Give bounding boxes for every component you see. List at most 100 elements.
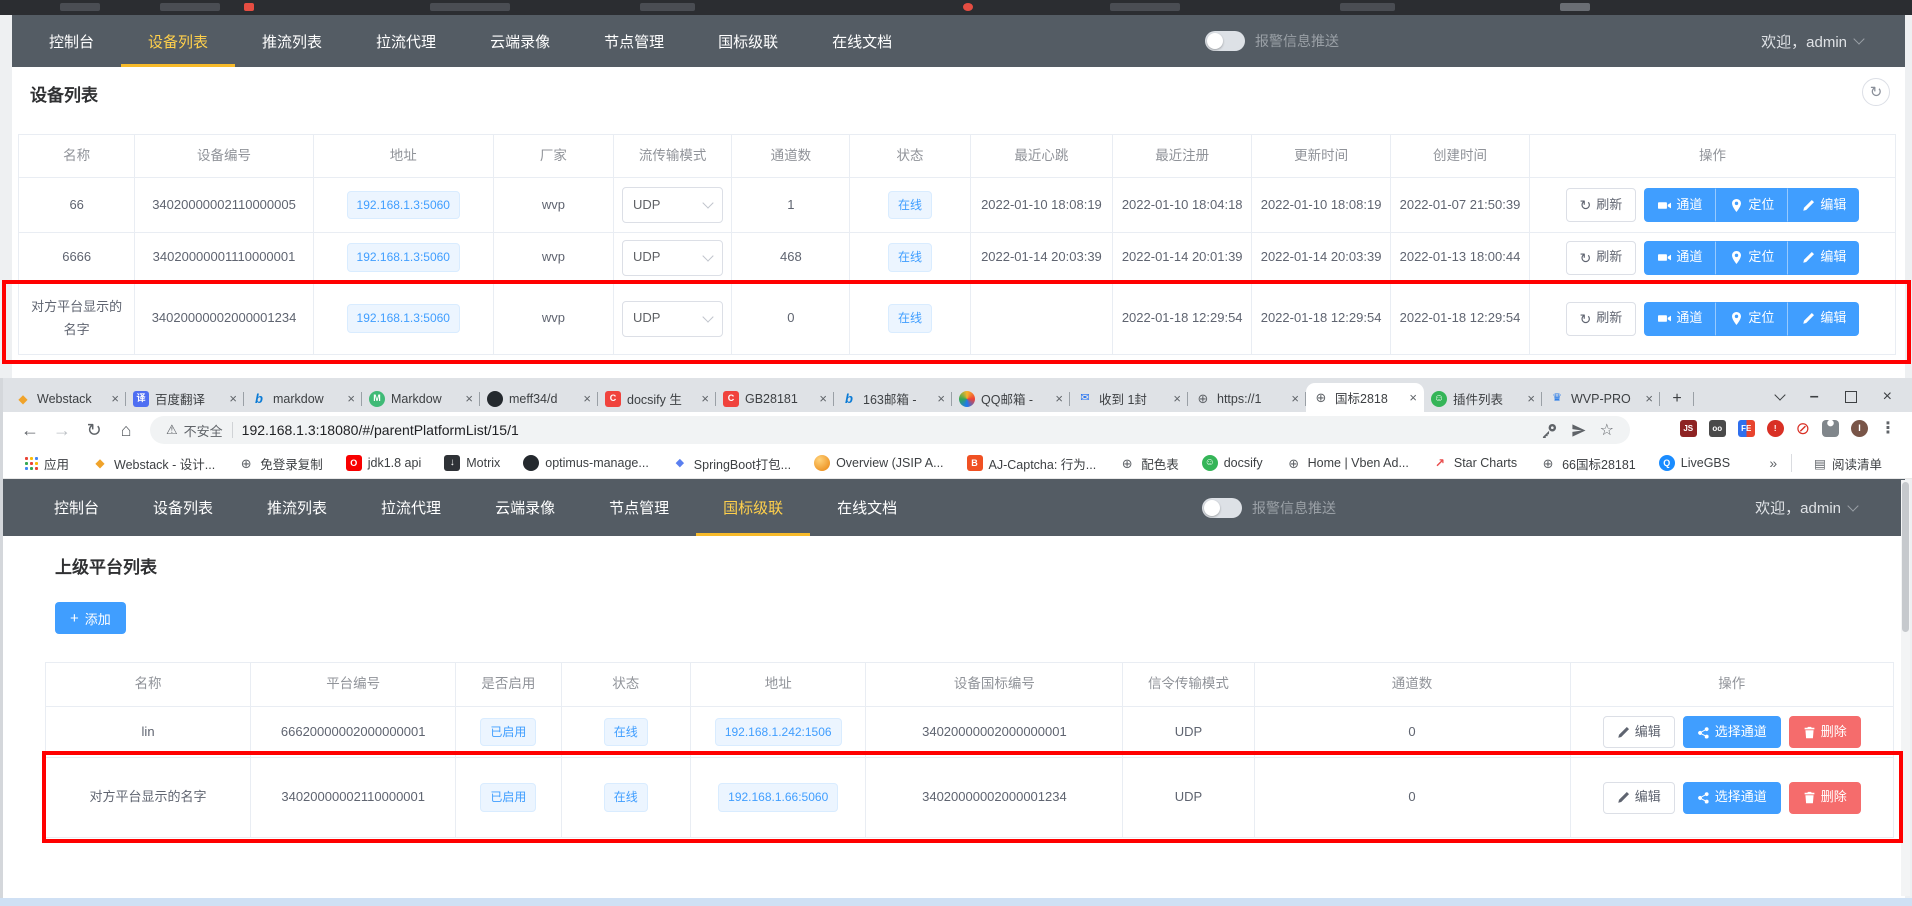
browser-tab[interactable]: CGB28181×	[716, 385, 834, 412]
back-icon[interactable]: ←	[14, 420, 46, 441]
tab-close-icon[interactable]: ×	[1291, 391, 1299, 406]
security-warning[interactable]: ⚠ 不安全	[166, 421, 223, 440]
tab-close-icon[interactable]: ×	[1409, 390, 1417, 405]
minimize-icon[interactable]: –	[1810, 388, 1819, 406]
bookmark-item[interactable]: QLiveGBS	[1651, 455, 1738, 471]
edit-button[interactable]: 编辑	[1788, 188, 1859, 222]
apps-shortcut[interactable]: 应用	[16, 454, 77, 473]
locate-button[interactable]: 定位	[1716, 188, 1788, 222]
tab-close-icon[interactable]: ×	[819, 391, 827, 406]
refresh-button[interactable]: ↻刷新	[1566, 188, 1637, 222]
bookmark-item[interactable]: ⊕配色表	[1111, 454, 1187, 473]
nav-item-push-list[interactable]: 推流列表	[235, 15, 349, 67]
nav-item-device-list[interactable]: 设备列表	[126, 479, 240, 536]
bookmark-item[interactable]: ◆Webstack - 设计...	[84, 454, 223, 473]
scrollbar[interactable]	[1901, 480, 1910, 896]
nav-item-pull-proxy[interactable]: 拉流代理	[354, 479, 468, 536]
forward-icon[interactable]: →	[46, 420, 78, 441]
address-tag[interactable]: 192.168.1.3:5060	[347, 243, 460, 271]
page-refresh-button[interactable]: ↻	[1862, 78, 1890, 106]
bookmark-item[interactable]: ◆SpringBoot打包...	[664, 454, 799, 473]
bookmark-item[interactable]: ⊕免登录复制	[230, 454, 331, 473]
address-tag[interactable]: 192.168.1.3:5060	[347, 191, 460, 219]
key-icon[interactable]	[1542, 423, 1557, 438]
channel-button[interactable]: 通道	[1644, 241, 1716, 275]
browser-tab[interactable]: ☺插件列表×	[1424, 385, 1542, 412]
edit-button[interactable]: 编辑	[1603, 782, 1675, 814]
nav-item-gb-cascade[interactable]: 国标级联	[691, 15, 805, 67]
channel-button[interactable]: 通道	[1644, 188, 1716, 222]
delete-button[interactable]: 删除	[1789, 782, 1861, 814]
bookmark-item[interactable]: Overview (JSIP A...	[806, 455, 951, 471]
extension-fe-icon[interactable]: FE	[1738, 420, 1755, 437]
reload-icon[interactable]: ↻	[78, 420, 110, 441]
nav-item-pull-proxy[interactable]: 拉流代理	[349, 15, 463, 67]
delete-button[interactable]: 删除	[1789, 716, 1861, 748]
alarm-toggle[interactable]	[1202, 498, 1242, 518]
send-icon[interactable]	[1571, 423, 1586, 438]
nav-item-console[interactable]: 控制台	[27, 479, 126, 536]
select-channel-button[interactable]: 选择通道	[1683, 716, 1781, 748]
browser-tab[interactable]: QQ邮箱 -×	[952, 385, 1070, 412]
browser-menu-icon[interactable]: ⋮	[1880, 418, 1896, 438]
nav-item-cloud-record[interactable]: 云端录像	[463, 15, 577, 67]
alarm-toggle[interactable]	[1205, 31, 1245, 51]
add-platform-button[interactable]: + 添加	[55, 602, 126, 634]
browser-tab[interactable]: ◆Webstack×	[8, 385, 126, 412]
tab-close-icon[interactable]: ×	[1055, 391, 1063, 406]
extensions-puzzle-icon[interactable]	[1822, 420, 1839, 437]
nav-item-node-manage[interactable]: 节点管理	[582, 479, 696, 536]
edit-button[interactable]: 编辑	[1788, 302, 1859, 336]
close-icon[interactable]: ×	[1883, 388, 1892, 406]
bookmark-item[interactable]: ⊕Home | Vben Ad...	[1278, 455, 1417, 471]
tab-close-icon[interactable]: ×	[347, 391, 355, 406]
browser-tab[interactable]: b163邮箱 -×	[834, 385, 952, 412]
address-tag[interactable]: 192.168.1.242:1506	[715, 718, 842, 746]
browser-tab[interactable]: meff34/d×	[480, 385, 598, 412]
browser-tab-active[interactable]: ⊕国标2818×	[1306, 383, 1424, 412]
stream-mode-select[interactable]: UDP	[622, 187, 723, 223]
user-menu[interactable]: 欢迎，admin	[1761, 31, 1863, 52]
url-text[interactable]: 192.168.1.3:18080/#/parentPlatformList/1…	[242, 422, 1533, 438]
bookmark-item[interactable]: ⊕66国标28181	[1532, 454, 1644, 473]
stream-mode-select[interactable]: UDP	[622, 240, 723, 276]
user-menu[interactable]: 欢迎，admin	[1755, 497, 1857, 518]
tab-close-icon[interactable]: ×	[583, 391, 591, 406]
bookmark-star-icon[interactable]: ☆	[1600, 420, 1614, 440]
new-tab-button[interactable]: +	[1660, 385, 1694, 412]
bookmark-item[interactable]: Ojdk1.8 api	[338, 455, 430, 471]
nav-item-node-manage[interactable]: 节点管理	[577, 15, 691, 67]
tab-close-icon[interactable]: ×	[229, 391, 237, 406]
address-tag[interactable]: 192.168.1.3:5060	[347, 304, 460, 332]
refresh-button[interactable]: ↻刷新	[1566, 302, 1637, 336]
edit-button[interactable]: 编辑	[1603, 716, 1675, 748]
nav-item-online-doc[interactable]: 在线文档	[810, 479, 924, 536]
nav-item-cloud-record[interactable]: 云端录像	[468, 479, 582, 536]
bookmark-item[interactable]: ↓Motrix	[436, 455, 508, 471]
browser-tab[interactable]: ⊕https://1×	[1188, 385, 1306, 412]
avatar[interactable]: I	[1851, 420, 1868, 437]
extension-js-icon[interactable]: JS	[1680, 420, 1697, 437]
nav-item-console[interactable]: 控制台	[22, 15, 121, 67]
tab-close-icon[interactable]: ×	[701, 391, 709, 406]
refresh-button[interactable]: ↻刷新	[1566, 241, 1637, 275]
scrollbar-thumb[interactable]	[1902, 482, 1909, 632]
home-icon[interactable]: ⌂	[110, 420, 142, 441]
bookmark-item[interactable]: ☺docsify	[1194, 455, 1271, 471]
nav-item-online-doc[interactable]: 在线文档	[805, 15, 919, 67]
browser-tab[interactable]: bmarkdow×	[244, 385, 362, 412]
reading-list-button[interactable]: ▤阅读清单	[1806, 454, 1890, 473]
browser-tab[interactable]: ✉收到 1封×	[1070, 385, 1188, 412]
extension-notouch-icon[interactable]: ⊘	[1796, 420, 1810, 437]
nav-item-push-list[interactable]: 推流列表	[240, 479, 354, 536]
locate-button[interactable]: 定位	[1716, 302, 1788, 336]
tab-close-icon[interactable]: ×	[1527, 391, 1535, 406]
browser-tab[interactable]: 译百度翻译×	[126, 385, 244, 412]
nav-item-gb-cascade[interactable]: 国标级联	[696, 479, 810, 536]
select-channel-button[interactable]: 选择通道	[1683, 782, 1781, 814]
browser-tab[interactable]: ♛WVP-PRO×	[1542, 385, 1660, 412]
bookmark-item[interactable]: BAJ-Captcha: 行为...	[959, 454, 1105, 473]
omnibox[interactable]: ⚠ 不安全 192.168.1.3:18080/#/parentPlatform…	[150, 416, 1630, 444]
tab-close-icon[interactable]: ×	[111, 391, 119, 406]
tab-close-icon[interactable]: ×	[1173, 391, 1181, 406]
